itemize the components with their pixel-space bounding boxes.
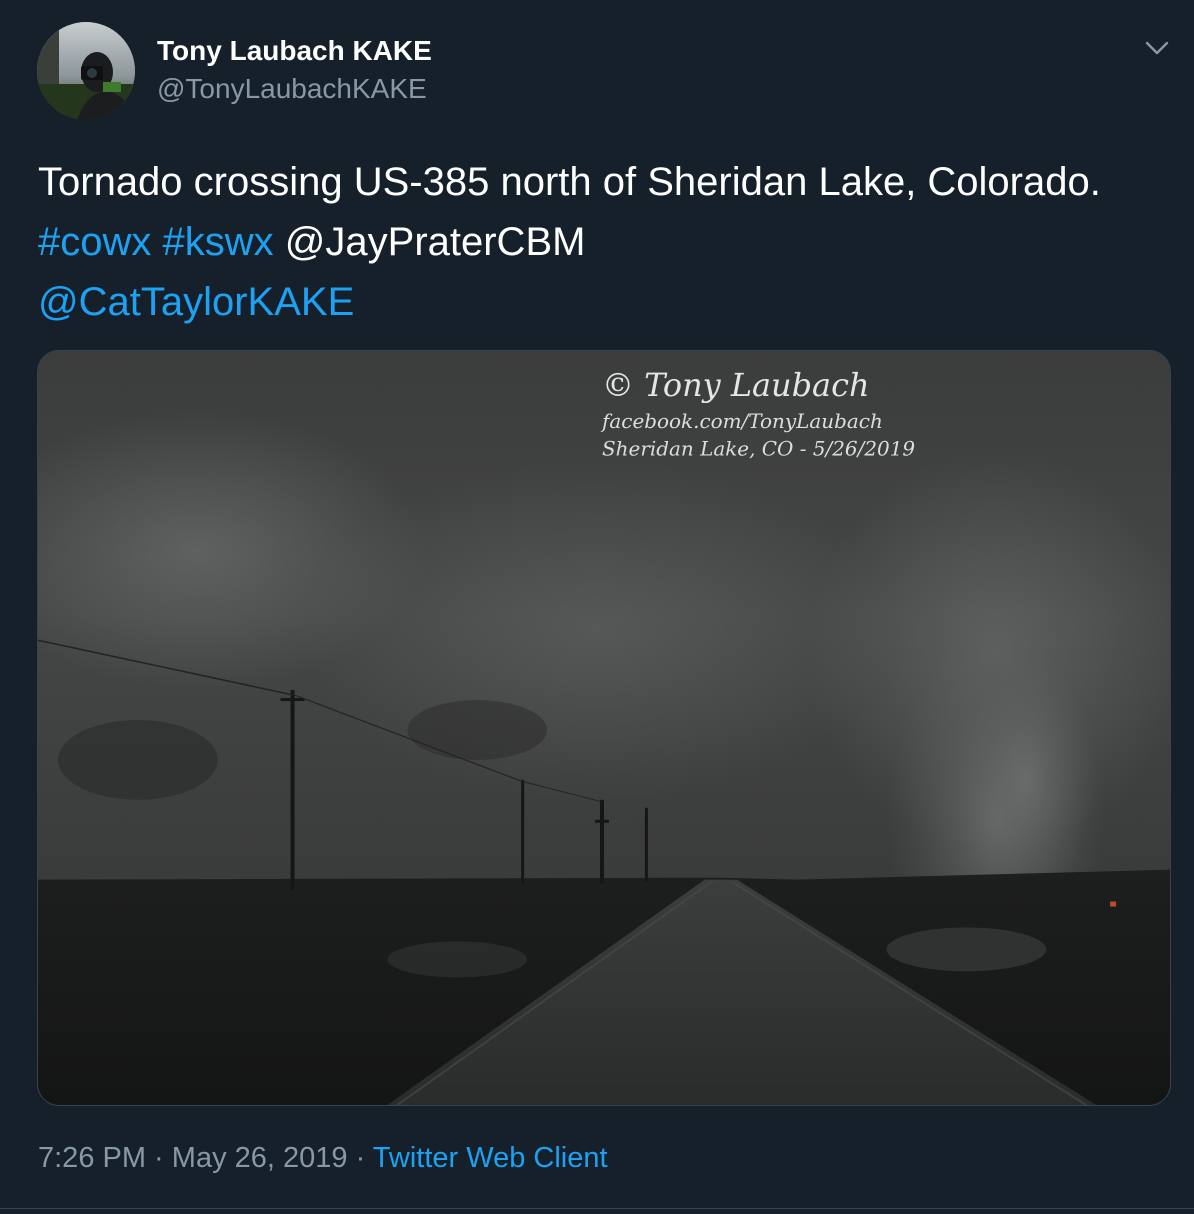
tweet-date[interactable]: May 26, 2019 bbox=[172, 1142, 348, 1174]
author-avatar[interactable] bbox=[37, 22, 135, 120]
tweet-source-link[interactable]: Twitter Web Client bbox=[373, 1142, 608, 1174]
hashtag-cowx[interactable]: #cowx bbox=[38, 220, 151, 264]
mention-jaypratercbm[interactable]: @JayPraterCBM bbox=[285, 220, 586, 264]
tweet-photo[interactable]: © Tony Laubach facebook.com/TonyLaubach … bbox=[37, 350, 1171, 1106]
chevron-down-icon[interactable] bbox=[1140, 34, 1174, 62]
watermark-line-3: Sheridan Lake, CO - 5/26/2019 bbox=[602, 437, 915, 461]
bottom-divider bbox=[0, 1208, 1194, 1209]
meta-separator: · bbox=[146, 1142, 172, 1174]
mention-cattaylorkake[interactable]: @CatTaylorKAKE bbox=[38, 280, 354, 324]
tweet-time[interactable]: 7:26 PM bbox=[38, 1142, 146, 1174]
author-display-name[interactable]: Tony Laubach KAKE bbox=[157, 34, 432, 68]
meta-separator: · bbox=[347, 1142, 373, 1174]
hashtag-kswx[interactable]: #kswx bbox=[163, 220, 274, 264]
tweet-card: Tony Laubach KAKE @TonyLaubachKAKE Torna… bbox=[0, 0, 1194, 1214]
watermark-line-1: © Tony Laubach bbox=[602, 366, 870, 404]
author-handle[interactable]: @TonyLaubachKAKE bbox=[157, 72, 427, 106]
avatar-image bbox=[37, 22, 135, 120]
tweet-text-body: Tornado crossing US-385 north of Sherida… bbox=[38, 160, 1101, 204]
tornado-photo: © Tony Laubach facebook.com/TonyLaubach … bbox=[38, 351, 1170, 1105]
tweet-metadata: 7:26 PM · May 26, 2019 · Twitter Web Cli… bbox=[38, 1140, 608, 1176]
chevron-down-glyph bbox=[1145, 41, 1169, 55]
watermark-line-2: facebook.com/TonyLaubach bbox=[600, 409, 883, 433]
tweet-text: Tornado crossing US-385 north of Sherida… bbox=[38, 152, 1138, 332]
